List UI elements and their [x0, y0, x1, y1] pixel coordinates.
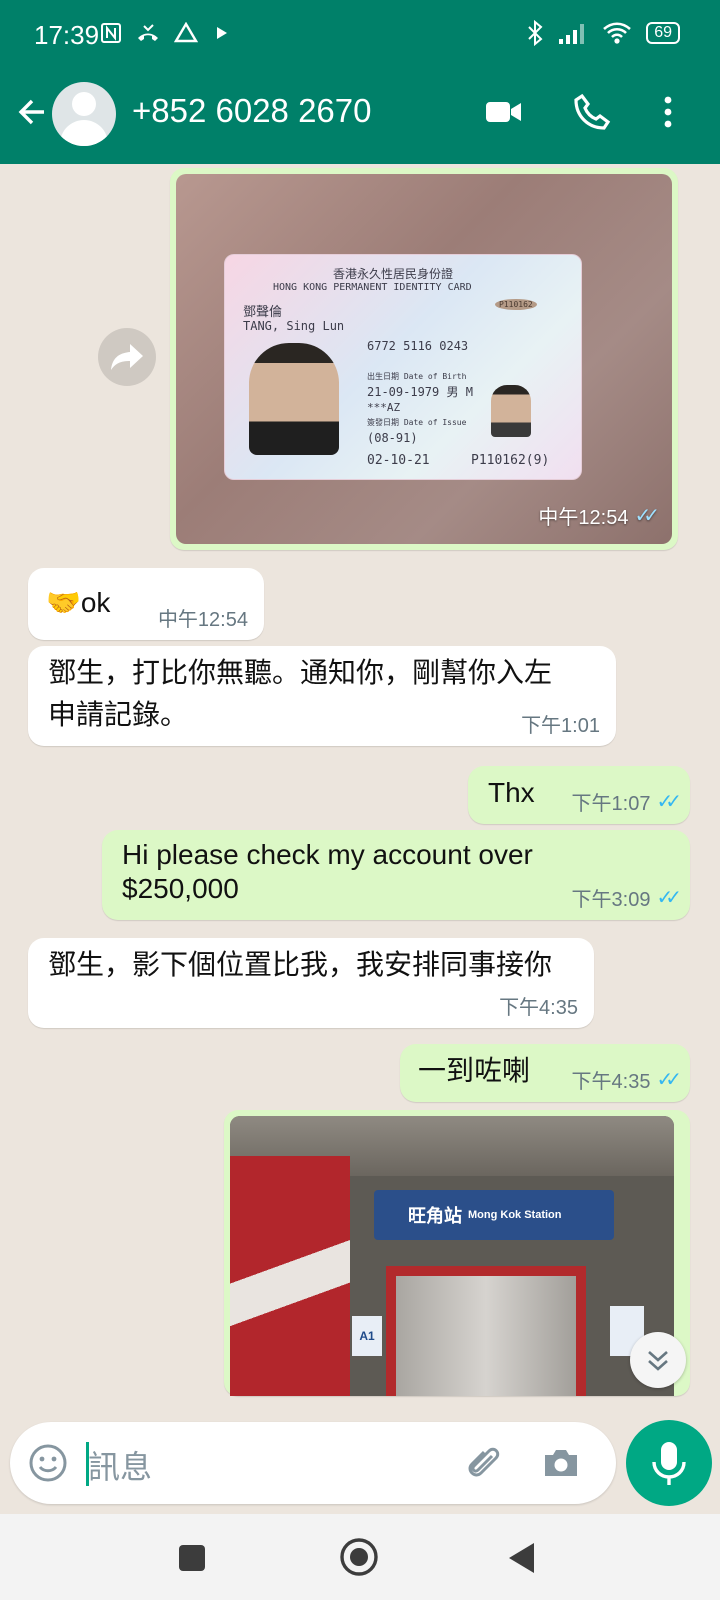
message-time: 中午12:54 [157, 609, 248, 631]
nfc-icon [101, 23, 121, 43]
message-composer[interactable]: 訊息 [10, 1422, 616, 1504]
nav-back-icon[interactable] [504, 1540, 540, 1576]
read-ticks-icon: ✓✓ [656, 1069, 681, 1091]
camera-icon[interactable] [540, 1442, 582, 1484]
message-time: 下午4:35 [499, 997, 578, 1019]
mic-icon [652, 1442, 686, 1485]
message-incoming[interactable]: 🤝ok 中午12:54 [28, 568, 264, 640]
chat-area[interactable]: 香港永久性居民身份證 HONG KONG PERMANENT IDENTITY … [0, 164, 720, 1414]
id-issue-label: 簽發日期 Date of Issue [367, 418, 467, 427]
message-text: Hi please check my account over $250,000 [122, 839, 533, 904]
message-text: 🤝ok [46, 587, 111, 618]
id-number: P110162(9) [471, 453, 550, 468]
id-photo-large [249, 343, 339, 455]
forward-icon [111, 344, 143, 370]
station-name-en: Mong Kok Station [468, 1209, 562, 1221]
id-name-cn: 鄧聲倫 [243, 305, 283, 320]
notification-icons [100, 21, 232, 50]
message-meta: 下午4:35 ✓✓ [571, 1065, 682, 1094]
station-name-cn: 旺角站 [408, 1206, 462, 1226]
message-text: Thx [488, 777, 535, 808]
status-bar: 17:39 69 [0, 0, 720, 72]
message-outgoing[interactable]: Hi please check my account over $250,000… [102, 830, 690, 920]
attach-icon[interactable] [462, 1442, 504, 1484]
mic-button[interactable] [626, 1420, 712, 1506]
message-time: 下午1:07 [571, 793, 651, 815]
message-input[interactable]: 訊息 [88, 1442, 152, 1488]
read-ticks-icon: ✓✓ [634, 505, 659, 527]
avatar-body [60, 120, 108, 146]
platform-sign: A1 [352, 1316, 382, 1356]
id-symbols: ***AZ [367, 401, 401, 414]
image-message-id-card[interactable]: 香港永久性居民身份證 HONG KONG PERMANENT IDENTITY … [170, 168, 678, 550]
id-card: 香港永久性居民身份證 HONG KONG PERMANENT IDENTITY … [224, 254, 582, 480]
message-meta: 下午4:35 [499, 991, 578, 1020]
message-time: 下午4:35 [571, 1071, 651, 1093]
phone-icon[interactable] [572, 92, 612, 132]
id-title-cn: 香港永久性居民身份證 [333, 267, 454, 281]
play-icon [217, 27, 228, 39]
id-title-en: HONG KONG PERMANENT IDENTITY CARD [273, 282, 472, 293]
image-message-station[interactable]: 旺角站 Mong Kok Station A1 [224, 1110, 690, 1396]
emoji-icon[interactable] [28, 1443, 68, 1483]
message-text: 一到咗喇 [418, 1055, 531, 1086]
avatar[interactable] [52, 82, 116, 146]
scroll-down-button[interactable] [630, 1332, 686, 1388]
chat-header: +852 6028 2670 [0, 78, 720, 154]
message-time: 中午12:54 [538, 507, 629, 529]
message-meta: 下午3:09 ✓✓ [571, 883, 682, 912]
message-outgoing[interactable]: 一到咗喇 下午4:35 ✓✓ [400, 1044, 690, 1102]
bluetooth-icon [528, 20, 543, 46]
station-sign: 旺角站 Mong Kok Station [374, 1190, 614, 1240]
battery-indicator: 69 [646, 22, 680, 44]
avatar-head [72, 92, 96, 116]
id-dob: 21-09-1979 男 M [367, 385, 473, 399]
message-meta: 下午1:07 ✓✓ [571, 787, 682, 816]
id-issue-date: 02-10-21 [367, 453, 430, 468]
message-text: 鄧生，打比你無聽。通知你，剛幫你入左申請記錄。 [48, 657, 553, 730]
message-incoming[interactable]: 鄧生，打比你無聽。通知你，剛幫你入左申請記錄。 下午1:01 [28, 646, 616, 746]
read-ticks-icon: ✓✓ [656, 887, 681, 909]
station-photo[interactable]: 旺角站 Mong Kok Station A1 [230, 1116, 674, 1396]
message-meta: 中午12:54 ✓✓ [538, 501, 659, 530]
id-photo-small [491, 385, 531, 437]
message-time: 下午3:09 [571, 889, 651, 911]
wifi-icon [603, 22, 632, 44]
message-meta: 中午12:54 [158, 603, 248, 632]
id-stamp: P110162 [495, 299, 537, 310]
contact-name[interactable]: +852 6028 2670 [132, 92, 372, 130]
back-arrow-icon[interactable] [14, 94, 50, 130]
message-meta: 下午1:01 [521, 709, 600, 738]
id-code: 6772 5116 0243 [367, 339, 469, 353]
system-navigation-bar [0, 1514, 720, 1600]
status-time: 17:39 [34, 20, 100, 50]
nav-recent-icon[interactable] [176, 1542, 208, 1574]
missed-call-icon [138, 24, 159, 41]
lift-door [386, 1266, 586, 1396]
read-ticks-icon: ✓✓ [656, 791, 681, 813]
signal-icon [559, 24, 585, 44]
nav-home-icon[interactable] [338, 1536, 380, 1578]
message-incoming[interactable]: 鄧生，影下個位置比我，我安排同事接你 下午4:35 [28, 938, 594, 1028]
message-outgoing[interactable]: Thx 下午1:07 ✓✓ [468, 766, 690, 824]
message-time: 下午1:01 [521, 715, 600, 737]
red-wall [230, 1156, 350, 1396]
video-call-icon[interactable] [484, 92, 524, 132]
forward-button[interactable] [98, 328, 156, 386]
id-name-en: TANG, Sing Lun [243, 319, 345, 333]
id-dob-label: 出生日期 Date of Birth [367, 372, 467, 381]
scroll-down-icon [648, 1351, 668, 1371]
more-options-icon[interactable] [648, 92, 688, 132]
drive-icon [174, 21, 199, 43]
id-first-issue: (08-91) [367, 431, 418, 445]
id-card-photo[interactable]: 香港永久性居民身份證 HONG KONG PERMANENT IDENTITY … [176, 174, 672, 544]
top-bar: 17:39 69 +852 6028 2670 [0, 0, 720, 164]
message-text: 鄧生，影下個位置比我，我安排同事接你 [48, 949, 553, 980]
